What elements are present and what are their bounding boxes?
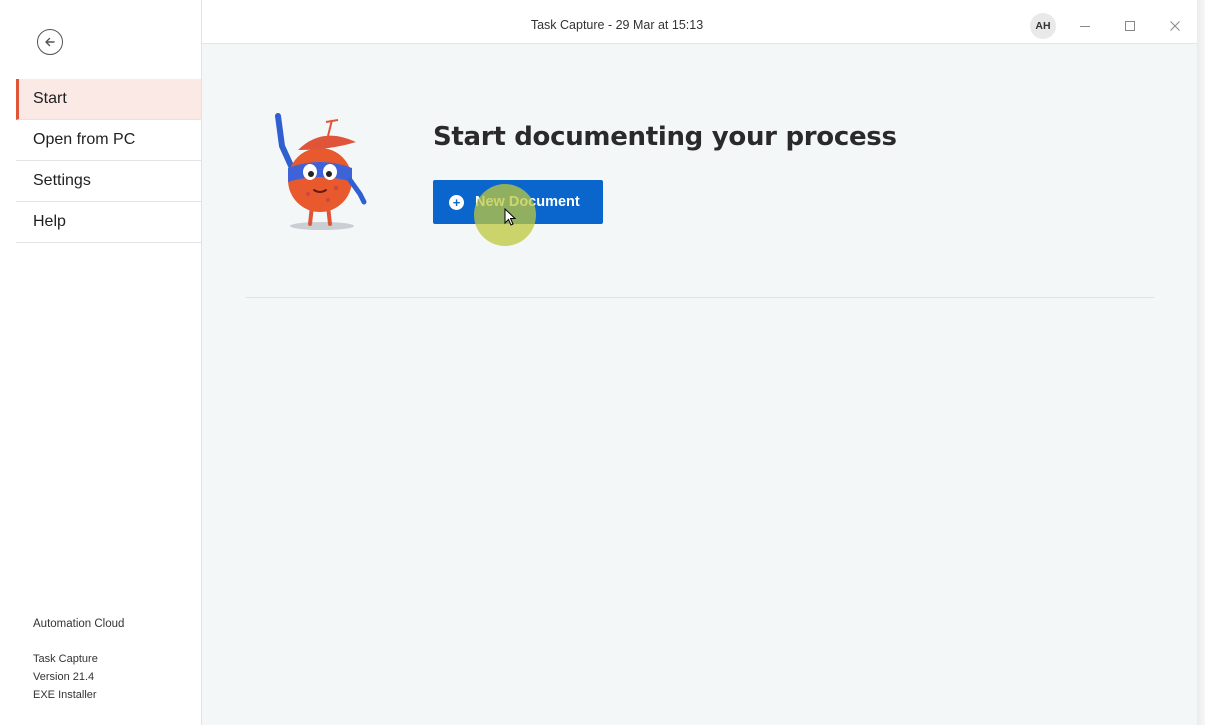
sidebar-item-help[interactable]: Help [16,202,201,243]
section-divider [246,297,1154,298]
sidebar-item-label: Open from PC [33,131,136,148]
sidebar-item-settings[interactable]: Settings [16,161,201,202]
sidebar-item-start[interactable]: Start [16,79,201,120]
sidebar-item-label: Settings [33,172,91,189]
maximize-icon [1125,21,1135,31]
new-document-button[interactable]: + New Document [433,180,603,224]
version-info: Task Capture Version 21.4 EXE Installer [33,650,98,704]
sidebar: Start Open from PC Settings Help Automat… [0,0,202,725]
back-button[interactable] [37,29,63,55]
maximize-button[interactable] [1120,16,1140,36]
user-avatar[interactable]: AH [1030,13,1056,39]
app-window: Start Open from PC Settings Help Automat… [0,0,1197,725]
window-title: Task Capture - 29 Mar at 15:13 [530,18,704,32]
arrow-left-icon [45,37,55,47]
sidebar-item-open-from-pc[interactable]: Open from PC [16,120,201,161]
close-icon [1170,21,1180,31]
mascot-illustration [275,113,367,230]
close-button[interactable] [1165,16,1185,36]
new-document-label: New Document [475,194,580,210]
installer-type: EXE Installer [33,689,97,701]
sidebar-nav: Start Open from PC Settings Help [16,79,201,243]
automation-cloud-link[interactable]: Automation Cloud [33,615,124,633]
window-shadow [1197,0,1205,725]
mouse-cursor-icon [504,208,517,226]
plus-circle-icon: + [449,194,464,210]
title-bar: Task Capture - 29 Mar at 15:13 AH [202,8,1197,44]
minimize-icon [1080,26,1090,27]
minimize-button[interactable] [1075,16,1095,36]
sidebar-item-label: Help [33,213,66,230]
version-number: Version 21.4 [33,671,95,683]
sidebar-item-label: Start [33,90,67,107]
product-name: Task Capture [33,653,98,665]
page-heading: Start documenting your process [433,122,897,152]
main-content: Start documenting your process + New Doc… [202,44,1197,725]
